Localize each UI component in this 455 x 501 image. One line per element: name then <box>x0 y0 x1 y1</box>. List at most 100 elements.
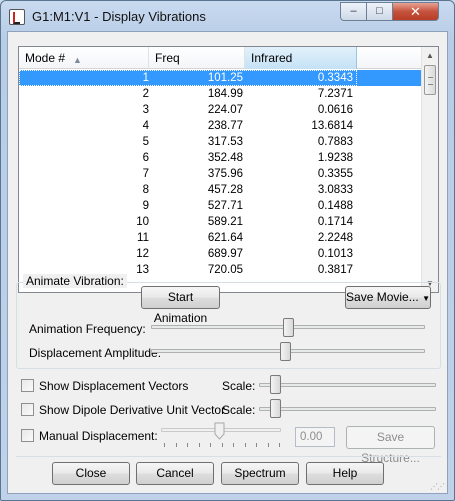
scroll-thumb[interactable] <box>424 65 436 95</box>
freq-cell: 352.48 <box>207 152 243 164</box>
mode-cell: 11 <box>137 232 149 244</box>
list-item[interactable]: 12 689.97 0.1013 <box>19 246 423 262</box>
freq-cell: 101.25 <box>207 72 243 84</box>
mode-cell: 2 <box>142 88 149 100</box>
list-item[interactable]: 5 317.53 0.7883 <box>19 134 423 150</box>
dropdown-arrow-icon: ▼ <box>422 294 430 303</box>
tick-mark <box>244 443 246 447</box>
dipole-scale-track <box>259 407 436 411</box>
column-header-freq[interactable]: Freq <box>149 47 245 69</box>
freq-cell: 689.97 <box>207 248 243 260</box>
freq-cell: 238.77 <box>207 120 243 132</box>
infrared-cell: 0.1488 <box>317 200 353 212</box>
manual-displacement-value: 0.00 <box>295 427 335 447</box>
tick-mark <box>187 443 188 447</box>
vibration-modes-list[interactable]: Mode # ▲ Freq Infrared 1 101.25 0.3343 2 184… <box>18 46 439 293</box>
freq-cell: 621.64 <box>207 232 243 244</box>
infrared-cell: 2.2248 <box>317 232 353 244</box>
list-item[interactable]: 10 589.21 0.1714 <box>19 214 423 230</box>
manual-displacement-slider <box>214 422 225 440</box>
displacement-amplitude-slider[interactable] <box>279 342 291 361</box>
vectors-scale-label: Scale: <box>222 379 256 393</box>
save-movie-button[interactable]: Save Movie... ▼ <box>345 286 431 309</box>
animate-vibration-label: Animate Vibration: <box>23 274 127 288</box>
dipole-scale-label: Scale: <box>222 403 256 417</box>
list-header: Mode # ▲ Freq Infrared <box>19 47 423 69</box>
freq-cell: 317.53 <box>207 136 243 148</box>
infrared-cell: 0.3355 <box>317 168 353 180</box>
list-item[interactable]: 3 224.07 0.0616 <box>19 102 423 118</box>
freq-cell: 720.05 <box>207 264 243 276</box>
tick-mark <box>233 443 234 447</box>
title-bar[interactable]: G1:M1:V1 - Display Vibrations – □ ✕ <box>1 1 454 31</box>
displacement-amplitude-label: Displacement Amplitude: <box>29 346 162 360</box>
freq-cell: 589.21 <box>207 216 243 228</box>
scroll-up-icon[interactable]: ▲ <box>422 47 438 64</box>
manual-displacement-checkbox[interactable] <box>21 429 34 442</box>
infrared-cell: 13.6814 <box>311 120 353 132</box>
tick-mark <box>256 443 257 447</box>
list-rows: 1 101.25 0.3343 2 184.99 7.2371 3 224.07 0.0616 4… <box>19 70 423 278</box>
list-scrollbar[interactable]: ▲ ▼ <box>421 47 438 292</box>
list-item[interactable]: 7 375.96 0.3355 <box>19 166 423 182</box>
infrared-cell: 3.0833 <box>317 184 353 196</box>
mode-cell: 12 <box>136 248 149 260</box>
tick-mark <box>164 443 165 447</box>
freq-cell: 527.71 <box>207 200 243 212</box>
cancel-button[interactable]: Cancel <box>136 462 214 485</box>
resize-grip-icon[interactable]: ⋰⋰ <box>430 482 445 491</box>
infrared-cell: 0.7883 <box>317 136 353 148</box>
infrared-cell: 7.2371 <box>317 88 353 100</box>
list-item[interactable]: 8 457.28 3.0833 <box>19 182 423 198</box>
column-header-mode-label: Mode # <box>25 51 66 65</box>
mode-cell: 1 <box>142 72 149 84</box>
spectrum-button[interactable]: Spectrum <box>221 462 299 485</box>
freq-cell: 375.96 <box>207 168 243 180</box>
infrared-cell: 0.0616 <box>317 104 353 116</box>
close-button[interactable]: Close <box>52 462 130 485</box>
window-title: G1:M1:V1 - Display Vibrations <box>32 9 206 24</box>
freq-cell: 184.99 <box>207 88 243 100</box>
show-displacement-vectors-checkbox[interactable] <box>21 379 34 392</box>
app-icon <box>9 9 25 25</box>
save-movie-label: Save Movie... <box>346 290 419 304</box>
freq-cell: 224.07 <box>207 104 243 116</box>
list-item[interactable]: 1 101.25 0.3343 <box>19 70 423 86</box>
mode-cell: 9 <box>142 200 149 212</box>
show-displacement-vectors-label: Show Displacement Vectors <box>39 379 189 393</box>
column-header-mode[interactable]: Mode # ▲ <box>19 47 149 69</box>
list-item[interactable]: 4 238.77 13.6814 <box>19 118 423 134</box>
close-window-button[interactable]: ✕ <box>393 2 439 21</box>
mode-cell: 7 <box>142 168 149 180</box>
list-item[interactable]: 6 352.48 1.9238 <box>19 150 423 166</box>
tick-mark <box>267 443 269 447</box>
display-vibrations-window: G1:M1:V1 - Display Vibrations – □ ✕ Mode… <box>0 0 455 501</box>
show-dipole-checkbox[interactable] <box>21 403 34 416</box>
dipole-scale-slider[interactable] <box>270 399 281 418</box>
infrared-cell: 0.1714 <box>317 216 353 228</box>
animation-frequency-slider[interactable] <box>282 318 294 337</box>
mode-cell: 5 <box>142 136 149 148</box>
list-item[interactable]: 11 621.64 2.2248 <box>19 230 423 246</box>
manual-displacement-ticks <box>164 443 280 449</box>
mode-cell: 10 <box>136 216 149 228</box>
help-button[interactable]: Help <box>306 462 384 485</box>
animation-frequency-label: Animation Frequency: <box>29 322 146 336</box>
vectors-scale-slider[interactable] <box>270 375 281 394</box>
freq-cell: 457.28 <box>207 184 243 196</box>
infrared-cell: 0.3817 <box>317 264 353 276</box>
column-header-infrared[interactable]: Infrared <box>245 47 357 69</box>
list-item[interactable]: 9 527.71 0.1488 <box>19 198 423 214</box>
infrared-cell: 1.9238 <box>317 152 353 164</box>
dialog-body: Mode # ▲ Freq Infrared 1 101.25 0.3343 2 184… <box>7 31 448 494</box>
list-item[interactable]: 2 184.99 7.2371 <box>19 86 423 102</box>
vectors-scale-track <box>259 383 436 387</box>
minimize-button[interactable]: – <box>340 2 367 21</box>
start-animation-button[interactable]: Start Animation <box>141 286 220 325</box>
tick-mark <box>221 443 223 447</box>
show-dipole-label: Show Dipole Derivative Unit Vector <box>39 403 226 417</box>
mode-cell: 3 <box>142 104 149 116</box>
maximize-button[interactable]: □ <box>367 2 393 21</box>
tick-mark <box>175 443 177 447</box>
infrared-cell: 0.3343 <box>317 72 353 84</box>
